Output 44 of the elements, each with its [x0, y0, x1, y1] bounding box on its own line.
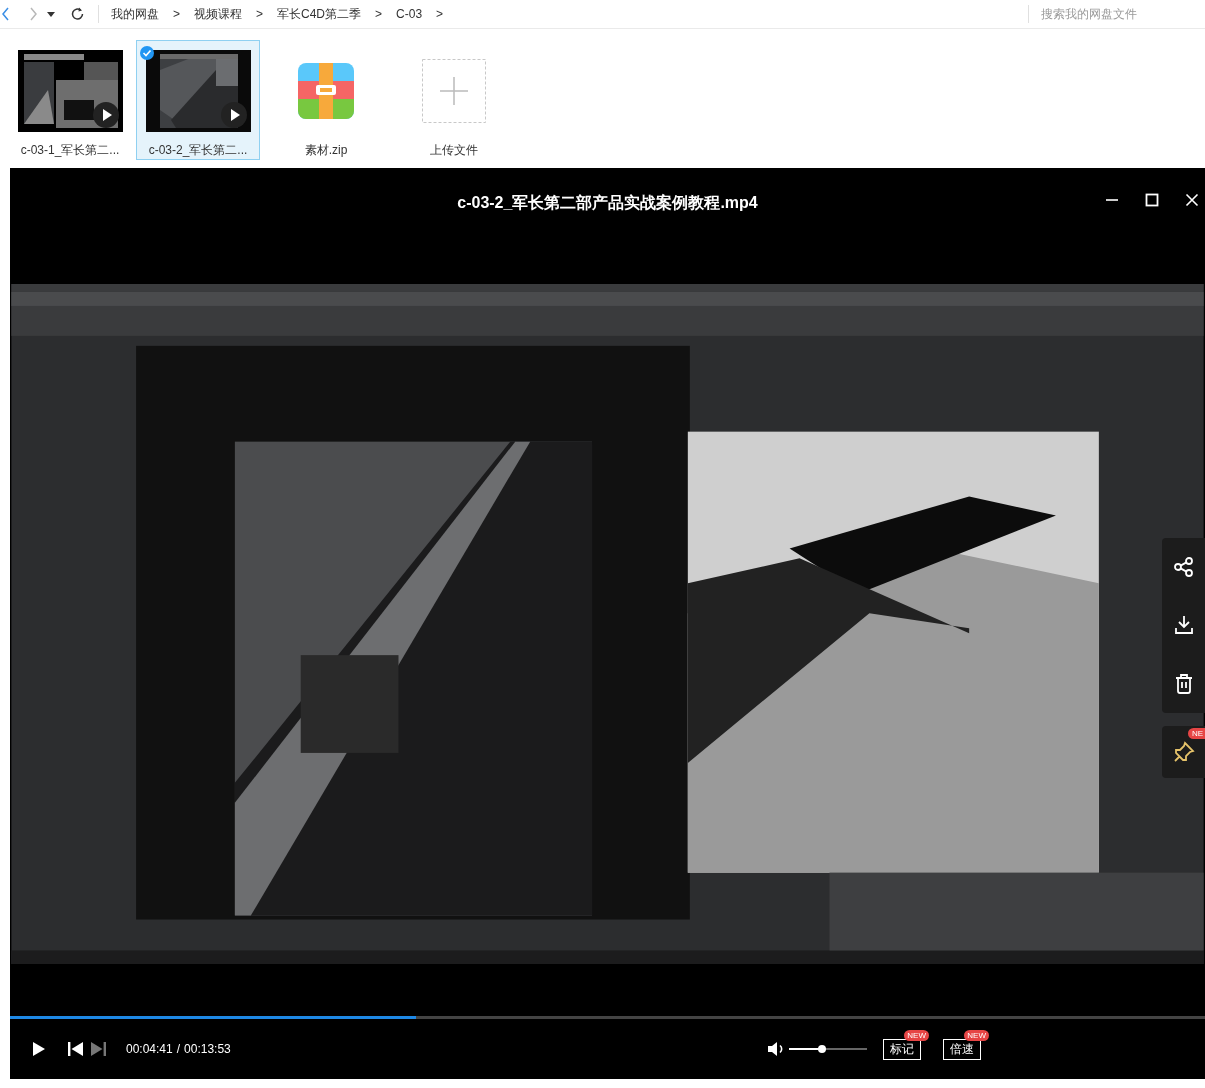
search-field[interactable]: 搜索我的网盘文件 [1039, 6, 1193, 22]
breadcrumb-separator: > [256, 7, 264, 21]
breadcrumb-separator: > [436, 7, 444, 21]
pin-button[interactable]: NE [1162, 726, 1205, 778]
refresh-icon[interactable] [70, 6, 84, 22]
close-icon[interactable] [1185, 193, 1199, 207]
play-icon[interactable] [32, 1041, 46, 1058]
play-icon [92, 102, 119, 128]
next-icon[interactable] [90, 1042, 106, 1057]
new-badge: NEW [904, 1029, 929, 1041]
file-name: 上传文件 [430, 142, 478, 159]
player-button[interactable]: 标记 [883, 1038, 921, 1060]
maximize-icon[interactable] [1145, 193, 1159, 207]
breadcrumb-separator: > [173, 7, 180, 21]
check-icon [139, 46, 154, 60]
previous-icon[interactable] [68, 1042, 84, 1057]
file-tile[interactable]: 素材.zip [264, 40, 388, 160]
breadcrumb-item[interactable]: 我的网盘 [111, 5, 159, 23]
file-tile[interactable]: c-03-2_军长第二... [136, 40, 260, 160]
breadcrumb-item[interactable]: 军长C4D第二季 [277, 5, 362, 23]
current-time: 00:04:41 [126, 1042, 173, 1057]
download-icon[interactable] [1172, 614, 1195, 637]
video-title: c-03-2_军长第二部产品实战案例教程.mp4 [457, 193, 758, 213]
share-icon[interactable] [1172, 556, 1195, 579]
file-name: c-03-1_军长第二... [20, 142, 120, 159]
total-time: 00:13:53 [184, 1042, 231, 1057]
play-icon [220, 102, 247, 128]
volume-thumb[interactable] [817, 1045, 826, 1054]
volume-icon[interactable] [767, 1041, 785, 1058]
file-name: c-03-2_军长第二... [148, 142, 248, 159]
zip-file-icon [298, 63, 354, 119]
progress-bar[interactable] [10, 1016, 1205, 1020]
time-separator: / [176, 1042, 181, 1057]
new-badge: NEW [964, 1029, 989, 1041]
breadcrumb-item[interactable]: C-03 [396, 7, 423, 21]
player-button[interactable]: 倍速 [943, 1038, 981, 1060]
breadcrumb-separator: > [375, 7, 383, 21]
file-tile[interactable]: 上传文件 [392, 40, 516, 160]
volume-slider[interactable] [789, 1048, 867, 1051]
pin-icon [1172, 741, 1195, 763]
file-name: 素材.zip [304, 142, 348, 159]
breadcrumb-item[interactable]: 视频课程 [194, 5, 242, 23]
file-tile[interactable]: c-03-1_军长第二... [8, 40, 132, 160]
new-badge: NE [1187, 728, 1205, 739]
